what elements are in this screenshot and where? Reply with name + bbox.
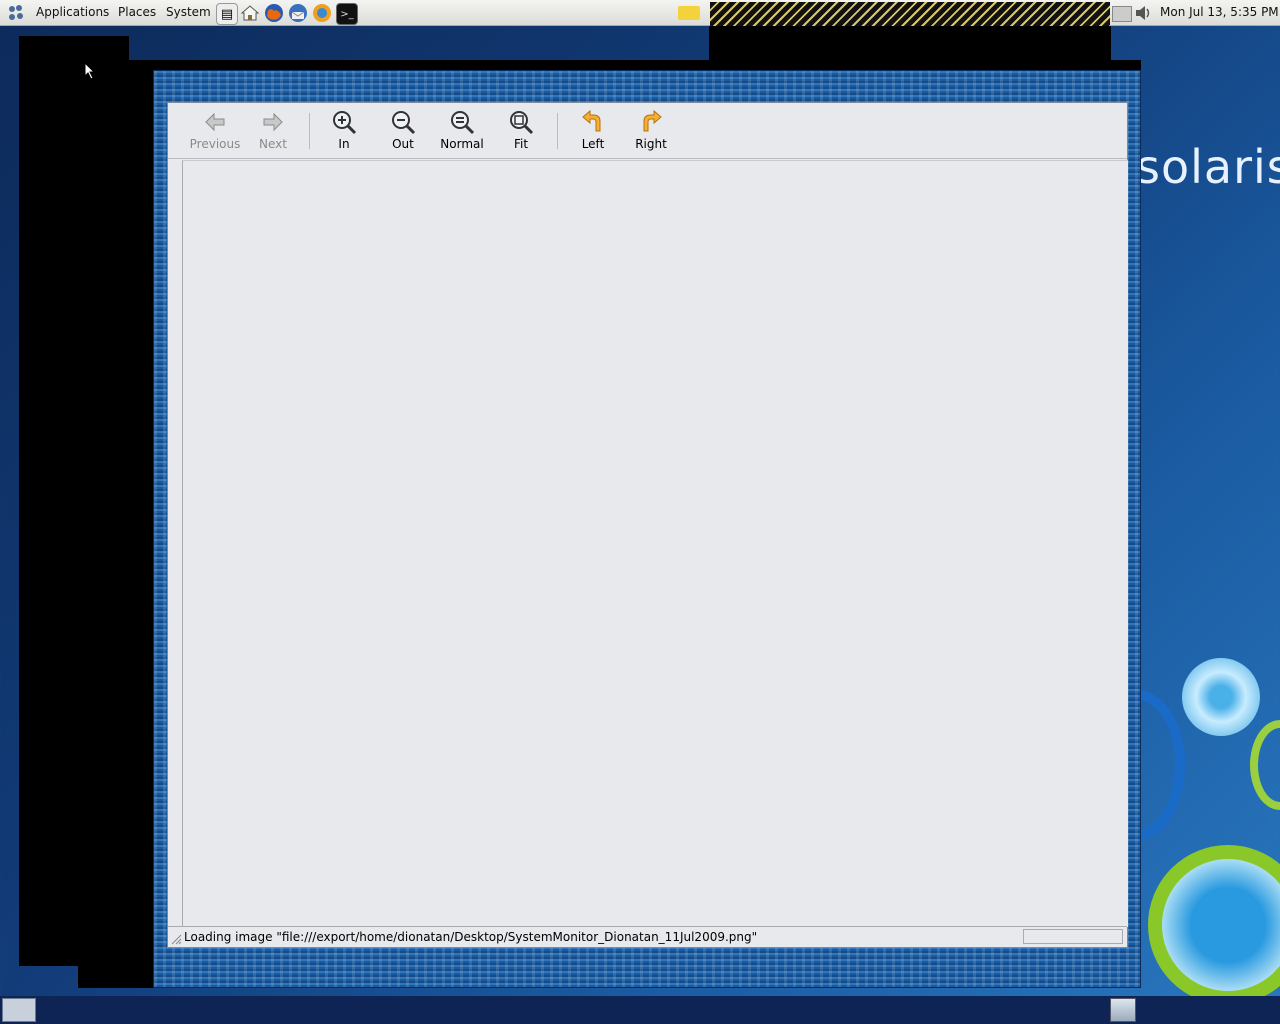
show-desktop-icon[interactable] <box>2 998 36 1022</box>
gnome-foot-icon[interactable] <box>6 4 28 22</box>
thunderbird-icon[interactable] <box>288 3 308 23</box>
arrow-left-icon <box>205 112 225 132</box>
resize-grip-icon[interactable] <box>170 933 182 945</box>
zoom-fit-button[interactable]: Fit <box>492 107 550 155</box>
zoom-out-icon <box>392 111 416 135</box>
zoom-in-button[interactable]: In <box>315 107 373 155</box>
applications-menu[interactable]: Applications <box>36 5 109 19</box>
zoom-normal-icon <box>451 111 475 135</box>
arrow-right-icon <box>263 112 283 132</box>
previous-button[interactable]: Previous <box>186 107 244 155</box>
window-client-area: Previous Next In Out Normal Fit Left Rig… <box>167 102 1128 948</box>
zoom-out-label: Out <box>392 137 414 151</box>
toolbar-separator <box>557 113 558 149</box>
zoom-fit-label: Fit <box>513 137 529 151</box>
folder-icon[interactable] <box>678 6 700 20</box>
status-bar: Loading image "file:///export/home/diona… <box>168 926 1127 947</box>
system-menu[interactable]: System <box>166 5 211 19</box>
volume-icon[interactable] <box>1134 4 1154 22</box>
wallpaper-bubble <box>1182 658 1260 736</box>
black-artifact <box>78 60 153 988</box>
home-icon[interactable] <box>240 3 260 23</box>
rotate-right-button[interactable]: Right <box>622 107 680 155</box>
top-panel: Applications Places System ▤ >_ Mon Jul … <box>0 0 1280 26</box>
status-message: Loading image "file:///export/home/diona… <box>184 930 758 944</box>
wallpaper-bubble <box>1250 720 1280 810</box>
zoom-fit-icon <box>510 111 534 135</box>
network-icon[interactable] <box>1112 6 1132 22</box>
toolbar-separator <box>309 113 310 149</box>
rotate-left-icon <box>582 109 601 132</box>
zoom-out-button[interactable]: Out <box>374 107 432 155</box>
rotate-left-button[interactable]: Left <box>564 107 622 155</box>
notes-icon[interactable]: ▤ <box>216 3 238 25</box>
image-viewer-window: Previous Next In Out Normal Fit Left Rig… <box>153 70 1141 988</box>
wallpaper-bubble <box>1148 845 1280 1005</box>
status-cell <box>1023 929 1123 944</box>
next-button[interactable]: Next <box>244 107 302 155</box>
zoom-normal-button[interactable]: Normal <box>433 107 491 155</box>
firefox-icon[interactable] <box>264 3 284 23</box>
rotate-right-label: Right <box>635 137 667 151</box>
next-label: Next <box>259 137 287 151</box>
zoom-in-label: In <box>338 137 350 151</box>
rotate-left-label: Left <box>581 137 605 151</box>
bottom-panel <box>0 996 1280 1024</box>
solaris-logo: solaris <box>1136 140 1280 194</box>
zoom-normal-label: Normal <box>440 137 484 151</box>
mouse-cursor-icon <box>84 61 96 83</box>
zoom-in-icon <box>333 111 357 135</box>
trash-icon[interactable] <box>1110 998 1136 1022</box>
black-artifact <box>709 26 1111 60</box>
places-menu[interactable]: Places <box>118 5 156 19</box>
clock[interactable]: Mon Jul 13, 5:35 PM <box>1160 5 1279 19</box>
terminal-icon[interactable]: >_ <box>336 3 358 25</box>
image-display-area[interactable] <box>182 160 1128 927</box>
update-icon[interactable] <box>312 3 332 23</box>
black-artifact <box>129 60 1141 70</box>
toolbar: Previous Next In Out Normal Fit Left Rig… <box>168 103 1127 159</box>
hatched-panel-artifact <box>710 2 1110 26</box>
previous-label: Previous <box>189 137 241 151</box>
rotate-right-icon <box>643 109 662 132</box>
